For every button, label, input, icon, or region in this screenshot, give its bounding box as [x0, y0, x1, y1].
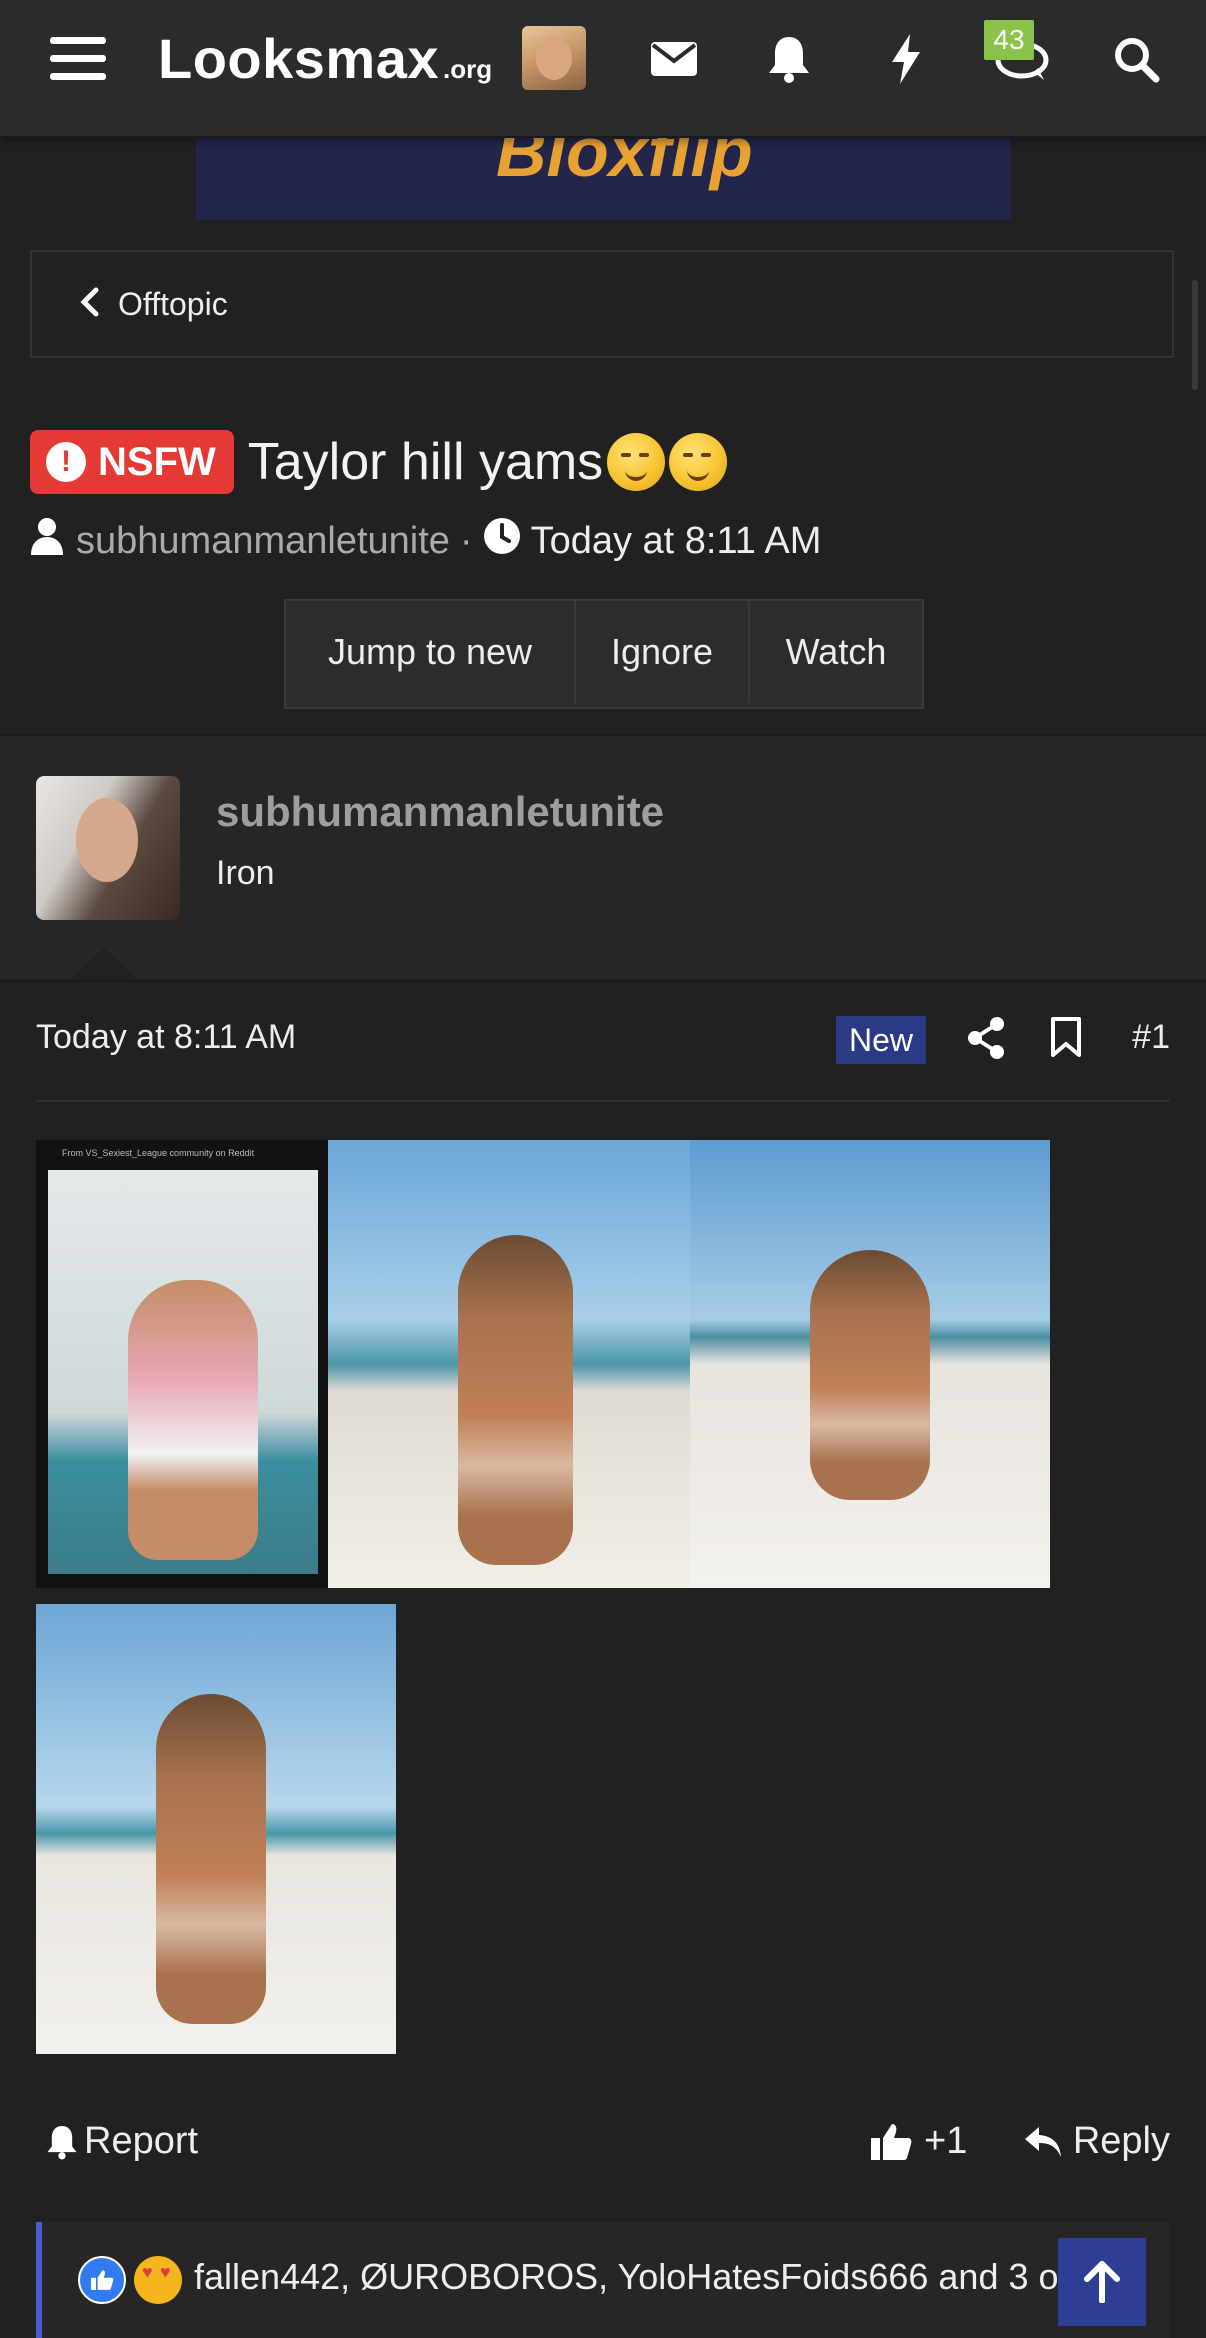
user-icon	[30, 517, 64, 565]
post-number-link[interactable]: #1	[1132, 1018, 1170, 1057]
like-label: +1	[924, 2120, 968, 2162]
logo-sub-text: .org	[443, 54, 493, 84]
reaction-icons	[78, 2256, 182, 2304]
divider	[36, 1100, 1170, 1102]
post-author-avatar[interactable]	[36, 776, 180, 920]
like-reaction-icon	[78, 2256, 126, 2304]
jump-to-new-button[interactable]: Jump to new	[286, 601, 576, 703]
watch-button[interactable]: Watch	[750, 601, 922, 703]
drooling-face-emoji-icon	[607, 433, 666, 491]
post-meta-bar: Today at 8:11 AM New #1	[36, 1010, 1170, 1076]
clock-icon	[483, 517, 521, 565]
nsfw-prefix-badge[interactable]: ! NSFW	[30, 430, 234, 494]
scroll-to-top-button[interactable]	[1058, 2238, 1146, 2326]
thread-time[interactable]: Today at 8:11 AM	[531, 520, 822, 563]
post-author-name[interactable]: subhumanmanletunite	[216, 788, 664, 836]
top-navigation-bar: Looksmax .org 43	[0, 0, 1206, 138]
thread-meta: subhumanmanletunite · Today at 8:11 AM	[30, 514, 821, 568]
post-user-header: subhumanmanletunite Iron	[0, 734, 1206, 982]
menu-icon[interactable]	[46, 24, 110, 94]
new-badge: New	[836, 1016, 926, 1064]
page-scrollbar[interactable]	[1192, 280, 1198, 390]
image-figure	[458, 1235, 573, 1565]
logo-main-text: Looksmax	[158, 27, 439, 90]
meta-separator: ·	[459, 519, 473, 562]
attached-image-2[interactable]	[328, 1140, 690, 1588]
share-icon[interactable]	[966, 1016, 1006, 1065]
reactions-bar[interactable]: fallen442, ØUROBOROS, YoloHatesFoids666 …	[36, 2222, 1170, 2338]
attached-image-1[interactable]: From VS_Sexiest_League community on Redd…	[36, 1140, 328, 1588]
drooling-face-emoji-icon	[669, 433, 728, 491]
conversations-count-badge: 43	[984, 20, 1034, 60]
post-author-rank: Iron	[216, 854, 275, 892]
image-source-caption: From VS_Sexiest_League community on Redd…	[62, 1148, 255, 1158]
bell-icon	[47, 2125, 77, 2159]
post-notch	[70, 948, 138, 980]
lightning-icon[interactable]	[886, 24, 926, 94]
reply-label: Reply	[1072, 2120, 1170, 2162]
ignore-button[interactable]: Ignore	[576, 601, 750, 703]
attached-image-3[interactable]	[690, 1140, 1050, 1588]
image-content	[48, 1170, 318, 1574]
reactions-text[interactable]: fallen442, ØUROBOROS, YoloHatesFoids666 …	[194, 2256, 1139, 2298]
search-icon[interactable]	[1110, 24, 1162, 94]
reply-arrow-icon	[1024, 2126, 1061, 2157]
post-time[interactable]: Today at 8:11 AM	[36, 1018, 296, 1057]
exclamation-icon: !	[46, 442, 86, 482]
thumbs-up-icon	[871, 2123, 912, 2160]
thread-title: Taylor hill yams	[247, 433, 604, 491]
chevron-left-icon	[78, 287, 118, 322]
thread-title-row: ! NSFW Taylor hill yams	[30, 428, 728, 496]
ad-text: Bloxflip	[496, 136, 753, 191]
report-button[interactable]: Report	[46, 2120, 198, 2163]
attached-image-4[interactable]	[36, 1604, 396, 2054]
post-actions: Report +1 Reply	[36, 2110, 1170, 2180]
user-avatar[interactable]	[522, 26, 586, 90]
heart-eyes-reaction-icon	[134, 2256, 182, 2304]
like-button[interactable]: +1	[870, 2120, 967, 2163]
thread-action-buttons: Jump to new Ignore Watch	[284, 599, 924, 709]
thread-author-link[interactable]: subhumanmanletunite	[76, 520, 450, 563]
report-label: Report	[84, 2120, 199, 2162]
mail-icon[interactable]	[646, 24, 702, 94]
site-logo[interactable]: Looksmax .org	[158, 24, 492, 94]
breadcrumb-label: Offtopic	[118, 285, 228, 322]
image-figure	[128, 1280, 258, 1560]
arrow-up-icon	[1084, 2261, 1120, 2303]
image-figure	[156, 1694, 266, 2024]
breadcrumb[interactable]: Offtopic	[30, 250, 1174, 358]
reply-button[interactable]: Reply	[1023, 2120, 1170, 2163]
image-figure	[810, 1250, 930, 1500]
ad-banner[interactable]: Bloxflip	[196, 136, 1011, 220]
nsfw-label: NSFW	[98, 439, 216, 484]
bookmark-icon[interactable]	[1050, 1016, 1082, 1063]
bell-icon[interactable]	[764, 24, 814, 94]
